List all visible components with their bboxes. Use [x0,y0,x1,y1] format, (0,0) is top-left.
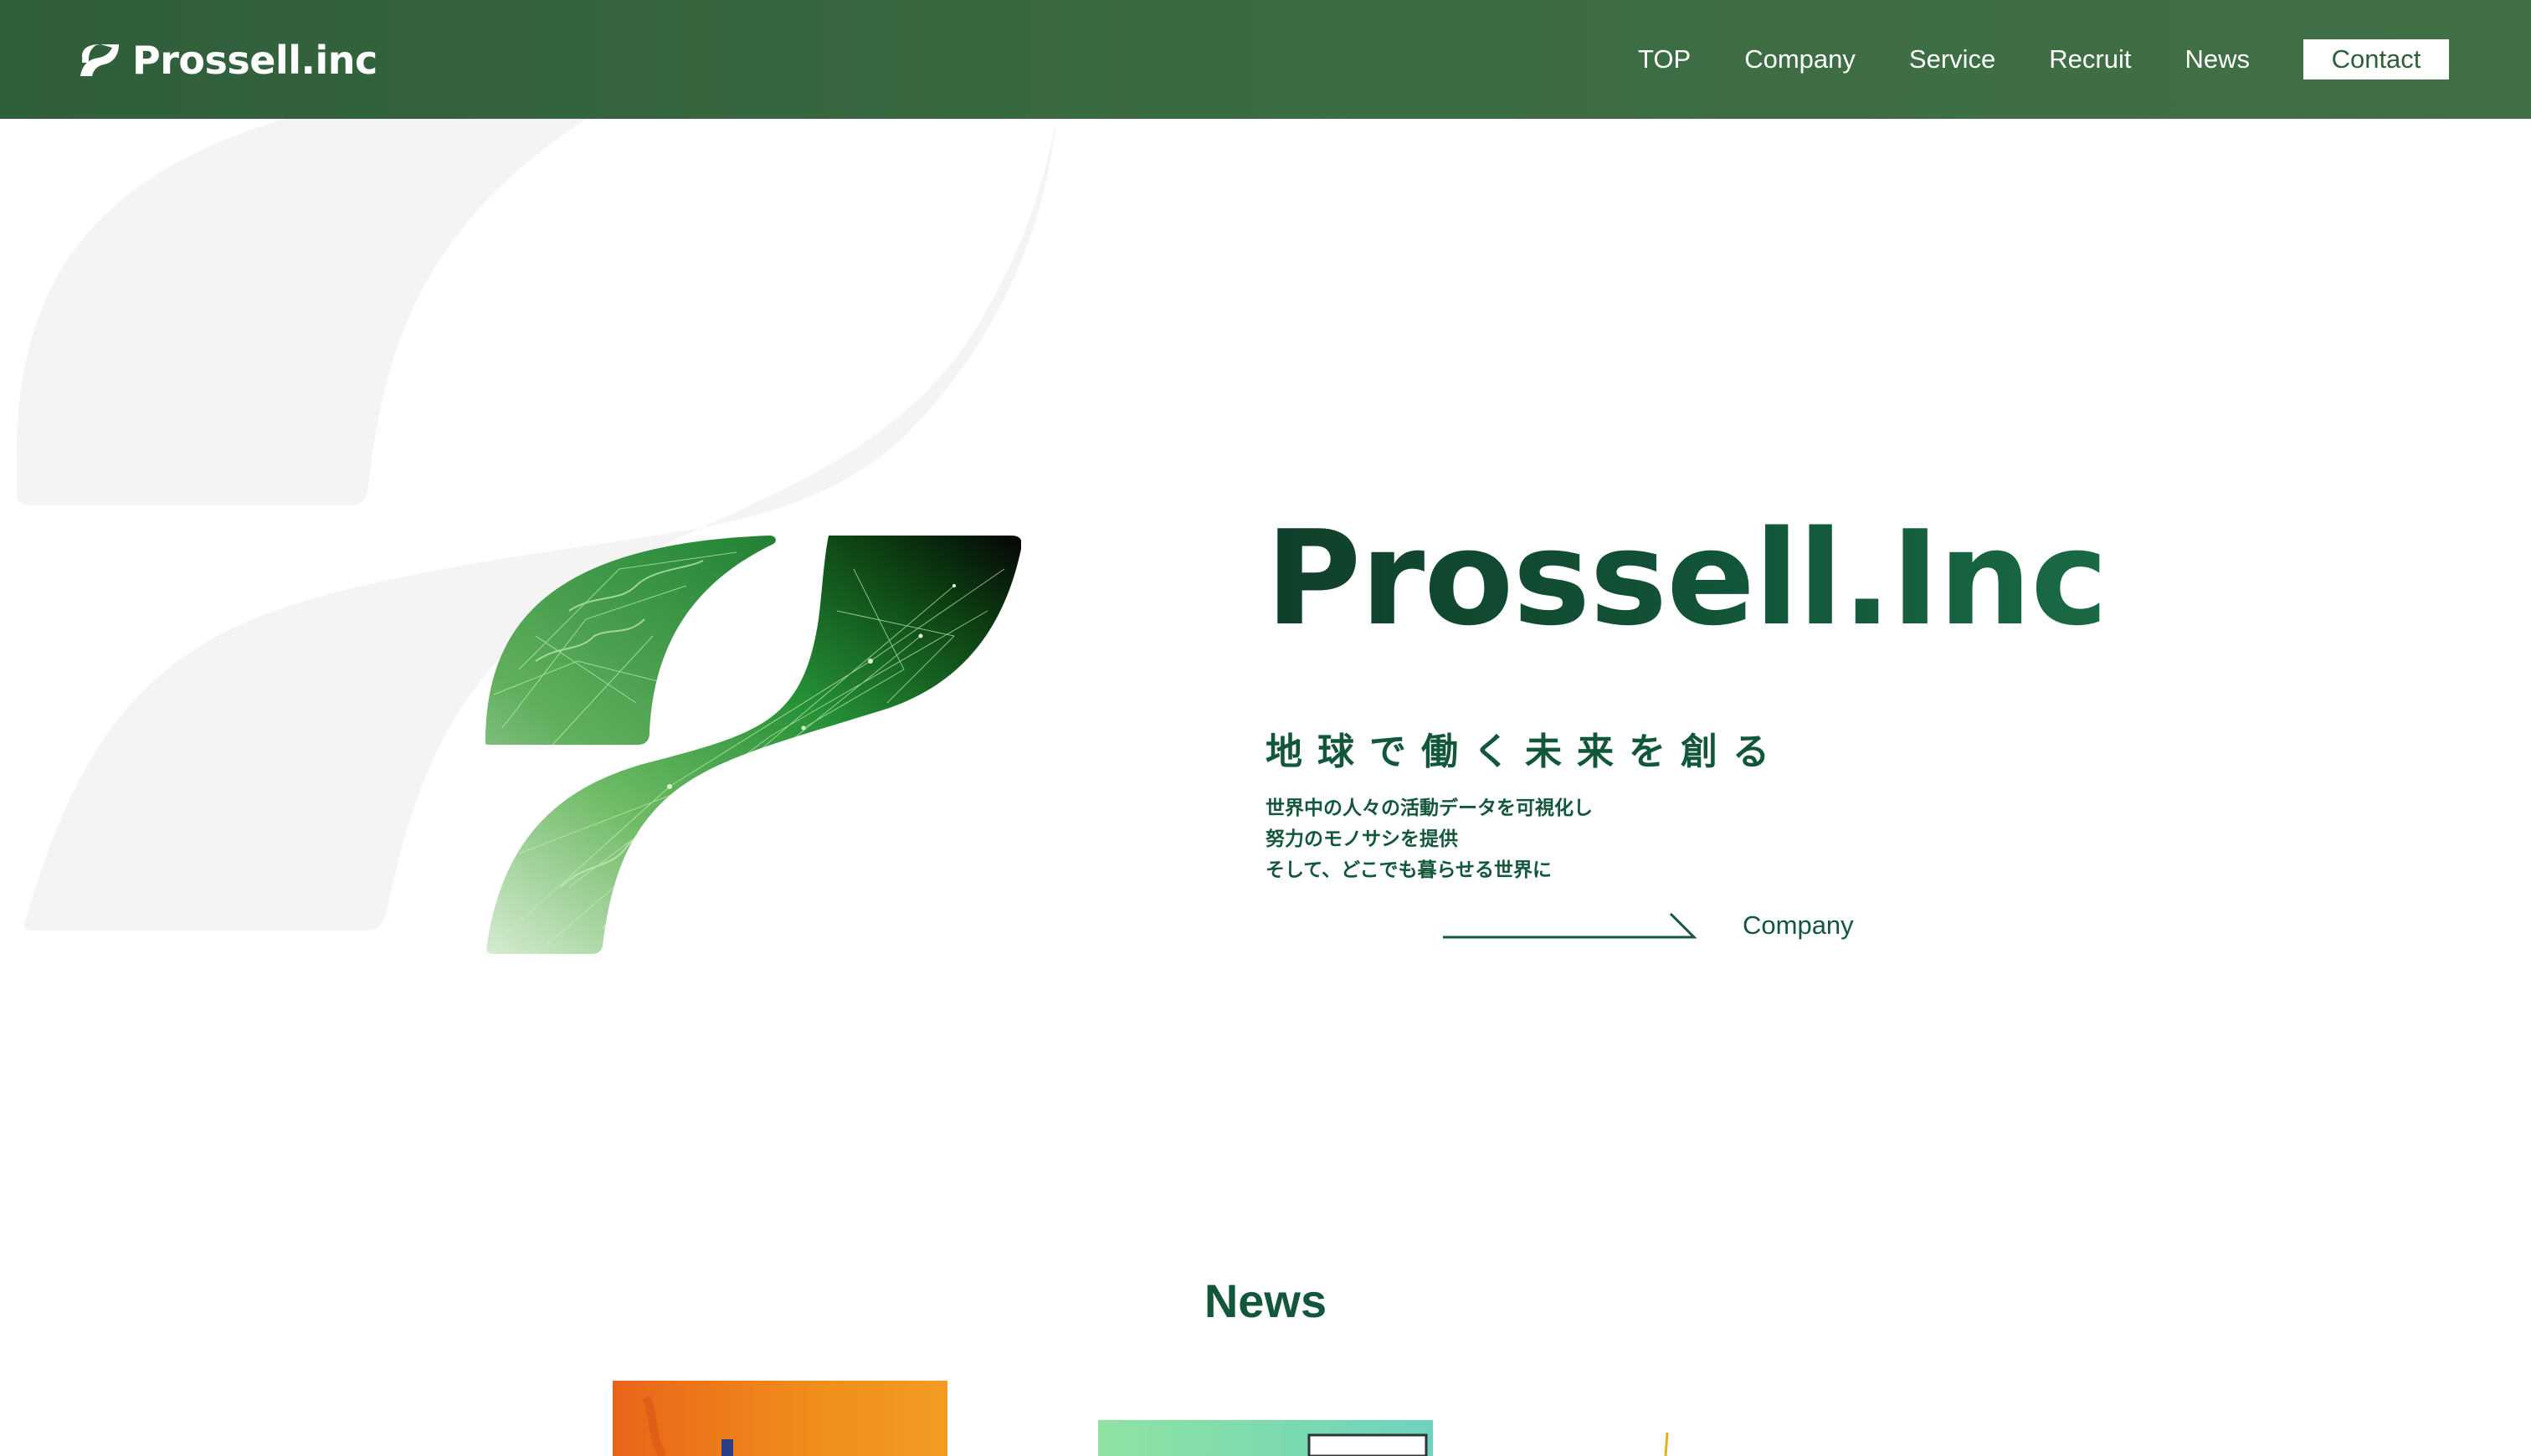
contact-button[interactable]: Contact [2303,39,2449,79]
nav-item-company[interactable]: Company [1744,44,1856,74]
news-card-thumbnail [642,1395,733,1456]
hero-description-line: 努力のモノサシを提供 [1266,828,1458,850]
page: Prossell.inc TOP Company Service Recruit… [0,0,2531,1456]
news-card[interactable] [1640,1433,1674,1456]
news-section-title: News [1204,1274,1327,1327]
hero-title: Prossell.Inc [1266,502,2108,654]
nav-item-news[interactable]: News [2184,44,2250,74]
logo-mark-icon [80,44,119,76]
hero-tagline: 地球で働く未来を創る [1266,731,1784,773]
hero-description-line: そして、どこでも暮らせる世界に [1266,859,1553,881]
company-link-label: Company [1743,910,1854,940]
news-card[interactable] [1098,1420,1433,1456]
nav-item-recruit[interactable]: Recruit [2049,44,2131,74]
hero-globe-logo [485,536,1021,954]
news-card-thumbnail [1664,1433,1669,1456]
arrow-right-icon [1443,912,1697,939]
nav-item-top[interactable]: TOP [1638,44,1691,74]
main-nav: TOP Company Service Recruit News Contact [1638,37,2449,82]
company-link[interactable]: Company [1441,904,1854,947]
hero-description: 世界中の人々の活動データを可視化し 努力のモノサシを提供 そして、どこでも暮らせ… [1266,793,1593,886]
news-card[interactable] [613,1381,947,1456]
site-header: Prossell.inc TOP Company Service Recruit… [0,0,2531,119]
nav-item-service[interactable]: Service [1909,44,1995,74]
site-logo[interactable]: Prossell.inc [79,37,377,84]
logo-text: Prossell.inc [132,38,377,83]
hero-description-line: 世界中の人々の活動データを可視化し [1266,797,1593,819]
news-card-thumbnail [1307,1433,1428,1456]
